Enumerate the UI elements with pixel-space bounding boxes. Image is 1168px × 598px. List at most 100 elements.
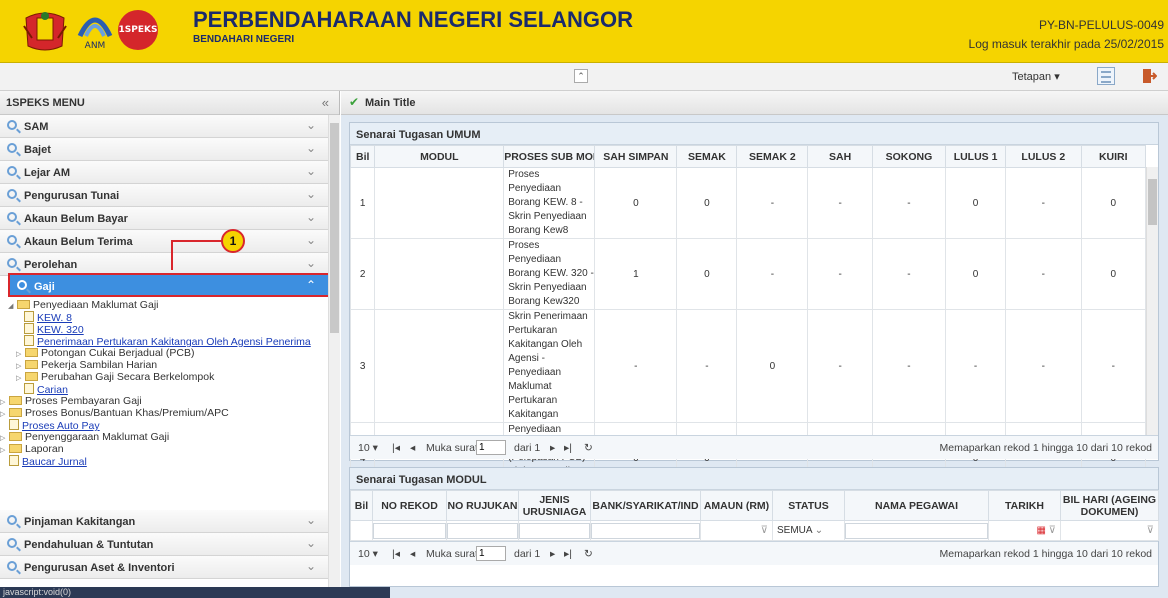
no-rujukan-filter[interactable] [447,522,518,539]
scrollbar-thumb[interactable] [330,123,339,333]
collapse-sidebar-button[interactable]: « [322,95,329,110]
calendar-icon[interactable]: ▦ [1036,525,1045,536]
col-header[interactable]: NO RUJUKAN [446,490,519,521]
menu-item-lejar-am[interactable]: Lejar AM ⌄ [0,161,328,184]
page-size-select[interactable]: 10 ▾ [358,442,378,454]
col-header[interactable]: STATUS [772,490,845,521]
col-header[interactable]: AMAUN (RM) [700,490,773,521]
folder-icon [9,444,22,453]
tree-link[interactable]: KEW. 320 [24,323,84,336]
col-header[interactable]: Bil [349,145,376,168]
col-header[interactable]: PROSES SUB MODUL [503,145,596,168]
tree-link[interactable]: KEW. 8 [24,311,72,324]
menu-item-akaun-belum-terima[interactable]: Akaun Belum Terima ⌄ [0,230,328,253]
col-header[interactable]: SEMAK 2 [736,145,809,168]
settings-dropdown[interactable]: Tetapan ▾ [1012,70,1060,83]
col-header[interactable]: KUIRI [1080,145,1147,168]
jenis-urusniaga-filter[interactable] [519,522,590,539]
tree-folder[interactable]: ▷ Laporan [0,443,64,455]
col-header[interactable]: BANK/SYARIKAT/IND [590,490,701,521]
page-number-input[interactable] [476,546,506,561]
menu-item-pendahuluan-tuntutan[interactable]: Pendahuluan & Tuntutan ⌄ [0,533,328,556]
table-row[interactable]: 3 Skrin Penerimaan Pertukaran Kakitangan… [349,309,1147,423]
main-content: ✔ Main Title Senarai Tugasan UMUM Bil MO… [341,91,1168,598]
panel-title: Senarai Tugasan UMUM [350,123,1158,145]
sidebar-scrollbar[interactable] [328,115,340,598]
col-header[interactable]: NO REKOD [372,490,447,521]
col-header[interactable]: SAH SIMPAN [594,145,678,168]
last-login-text: Log masuk terakhir pada 25/02/2015 [968,37,1164,51]
collapse-header-button[interactable]: ⌃ [574,69,588,83]
col-header[interactable]: JENIS URUSNIAGA [518,490,591,521]
tree-folder[interactable]: ▷ Proses Pembayaran Gaji [0,395,142,407]
tree-folder[interactable]: ▷ Perubahan Gaji Secara Berkelompok [16,371,214,383]
table-row[interactable]: 2 Proses Penyediaan Borang KEW. 320 - Sk… [349,238,1147,310]
refresh-icon[interactable]: ↻ [584,442,593,454]
menu-item-sam[interactable]: SAM ⌄ [0,115,328,138]
next-page-icon[interactable]: ▸ [550,548,555,560]
callout-line [171,240,225,242]
svg-text:ANM: ANM [85,41,106,51]
chevron-down-icon: ⌄ [305,233,316,247]
document-icon [24,323,34,334]
menu-item-bajet[interactable]: Bajet ⌄ [0,138,328,161]
menu-item-pinjaman-kakitangan[interactable]: Pinjaman Kakitangan ⌄ [0,510,328,533]
bank-filter[interactable] [591,522,700,539]
col-header[interactable]: LULUS 2 [1005,145,1082,168]
document-icon [9,455,19,466]
last-page-icon[interactable]: ▸| [564,442,572,454]
nama-pegawai-filter[interactable] [845,522,988,539]
first-page-icon[interactable]: |◂ [392,548,400,560]
next-page-icon[interactable]: ▸ [550,442,555,454]
tree-folder[interactable]: ◢ Penyediaan Maklumat Gaji [8,299,158,311]
col-header[interactable]: BIL HARI (AGEING DOKUMEN) [1060,490,1159,521]
menu-item-pengurusan-aset[interactable]: Pengurusan Aset & Inventori ⌄ [0,556,328,579]
col-header[interactable]: SEMAK [676,145,738,168]
col-header[interactable]: SOKONG [871,145,947,168]
app-window: ANM 1SPEKS PERBENDAHARAAN NEGERI SELANGO… [0,0,1168,598]
logout-icon[interactable] [1141,68,1157,84]
page-of-label: dari 1 [514,548,541,560]
menu-item-label: SAM [24,121,49,133]
page-size-select[interactable]: 10 ▾ [358,548,378,560]
tree-folder[interactable]: ▷ Penyenggaraan Maklumat Gaji [0,431,169,443]
document-icon [24,335,34,346]
prev-page-icon[interactable]: ◂ [410,548,415,560]
status-filter-select[interactable]: SEMUA [777,525,812,536]
table-row[interactable]: 1 Proses Penyediaan Borang KEW. 8 - Skri… [349,167,1147,239]
tree-link[interactable]: Penerimaan Pertukaran Kakitangan Oleh Ag… [24,335,311,348]
umum-scrollbar[interactable] [1146,167,1158,437]
anm-logo: ANM [77,17,113,51]
list-view-icon[interactable] [1097,67,1115,85]
menu-item-akaun-belum-bayar[interactable]: Akaun Belum Bayar ⌄ [0,207,328,230]
menu-item-label: Pendahuluan & Tuntutan [24,539,154,551]
user-id: PY-BN-PELULUS-0049 [1039,18,1164,32]
tree-folder[interactable]: ▷ Proses Bonus/Bantuan Khas/Premium/APC [0,407,229,419]
tree-link[interactable]: Proses Auto Pay [9,419,100,432]
col-header[interactable]: Bil [350,490,373,521]
first-page-icon[interactable]: |◂ [392,442,400,454]
scrollbar-thumb[interactable] [1148,179,1157,225]
tree-link[interactable]: Carian [24,383,68,396]
modul-table: Bil NO REKOD NO RUJUKAN JENIS URUSNIAGA … [350,490,1159,541]
refresh-icon[interactable]: ↻ [584,548,593,560]
no-rekod-filter[interactable] [373,522,446,539]
menu-item-pengurusan-tunai[interactable]: Pengurusan Tunai ⌄ [0,184,328,207]
tree-link[interactable]: Baucar Jurnal [9,455,87,468]
folder-icon [9,432,22,441]
tree-folder[interactable]: ▷ Potongan Cukai Berjadual (PCB) [16,347,195,359]
prev-page-icon[interactable]: ◂ [410,442,415,454]
col-header[interactable]: TARIKH [988,490,1061,521]
col-header[interactable]: SAH [807,145,873,168]
filter-icon: ⊽ [1060,520,1159,541]
tree-folder[interactable]: ▷ Pekerja Sambilan Harian [16,359,157,371]
menu-item-label: Lejar AM [24,167,71,179]
col-header[interactable]: LULUS 1 [945,145,1007,168]
col-header[interactable]: NAMA PEGAWAI [844,490,989,521]
col-header[interactable]: MODUL [374,145,505,168]
menu-item-gaji[interactable]: Gaji ⌃ [8,273,330,297]
filter-icon[interactable]: ⊽ [1049,525,1056,536]
app-header: ANM 1SPEKS PERBENDAHARAAN NEGERI SELANGO… [0,0,1168,63]
page-number-input[interactable] [476,440,506,455]
last-page-icon[interactable]: ▸| [564,548,572,560]
